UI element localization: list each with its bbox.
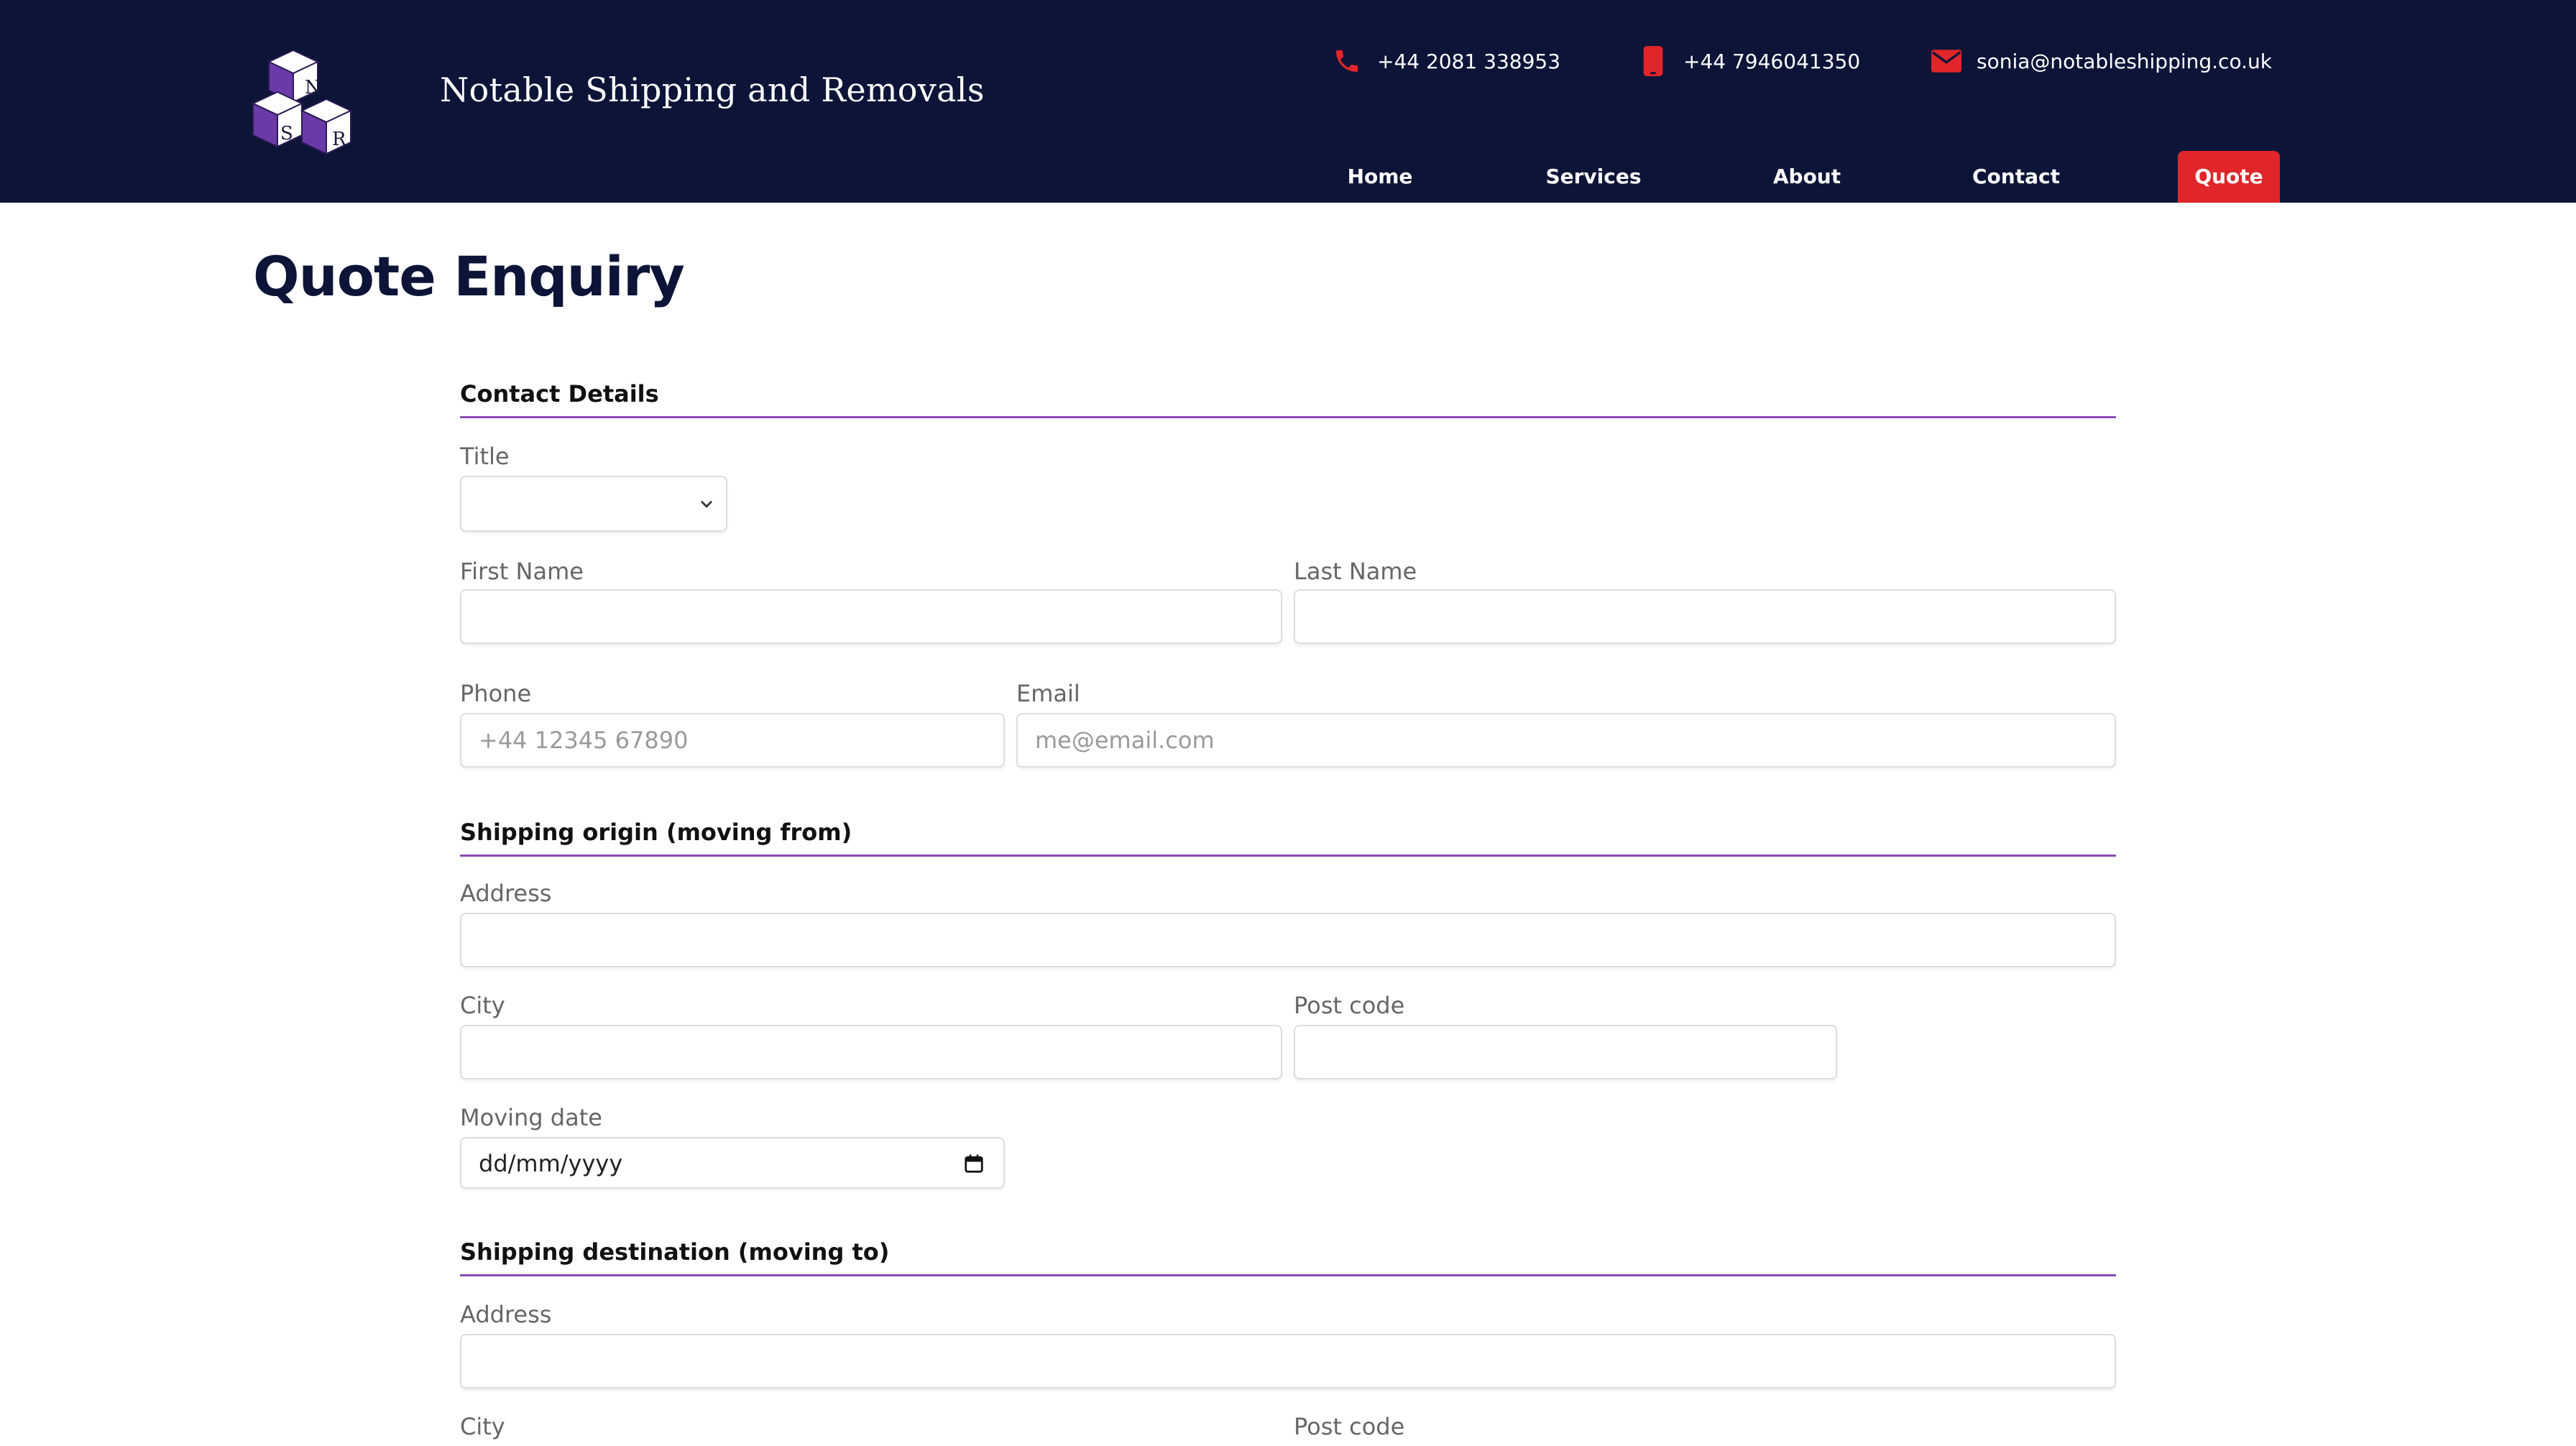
- calendar-icon[interactable]: [963, 1153, 985, 1174]
- last-name-label: Last Name: [1294, 558, 1417, 585]
- destination-postcode-label: Post code: [1294, 1413, 1405, 1440]
- nav-home[interactable]: Home: [1337, 151, 1423, 203]
- mobile-number: +44 7946041350: [1683, 49, 1861, 73]
- section-shipping-origin: Shipping origin (moving from): [460, 819, 2116, 857]
- moving-date-value: dd/mm/yyyy: [479, 1150, 623, 1177]
- contact-email[interactable]: sonia@notableshipping.co.uk: [1931, 43, 2272, 79]
- phone-field[interactable]: [460, 713, 1005, 768]
- title-select[interactable]: [460, 476, 727, 532]
- origin-postcode-label: Post code: [1294, 992, 1405, 1019]
- first-name-field[interactable]: [460, 589, 1282, 644]
- email-address: sonia@notableshipping.co.uk: [1977, 49, 2272, 73]
- email-field[interactable]: [1016, 713, 2116, 768]
- origin-city-field[interactable]: [460, 1025, 1282, 1079]
- email-label: Email: [1016, 680, 1080, 707]
- nav-quote[interactable]: Quote: [2178, 151, 2280, 203]
- origin-city-label: City: [460, 992, 505, 1019]
- nav-about[interactable]: About: [1762, 151, 1852, 203]
- chevron-down-icon: [701, 501, 712, 508]
- section-heading: Shipping origin (moving from): [460, 819, 852, 846]
- contact-mobile[interactable]: +44 7946041350: [1637, 43, 1860, 79]
- envelope-icon: [1931, 45, 1962, 78]
- destination-address-label: Address: [460, 1301, 552, 1328]
- first-name-label: First Name: [460, 558, 584, 585]
- phone-icon: [1331, 45, 1363, 78]
- svg-text:R: R: [332, 129, 347, 150]
- title-label: Title: [460, 443, 510, 470]
- destination-city-label: City: [460, 1413, 505, 1440]
- origin-address-field[interactable]: [460, 913, 2116, 967]
- nav-contact[interactable]: Contact: [1962, 151, 2070, 203]
- mobile-phone-icon: [1637, 45, 1669, 78]
- svg-text:S: S: [280, 123, 293, 144]
- origin-postcode-field[interactable]: [1294, 1025, 1837, 1079]
- last-name-field[interactable]: [1294, 589, 2116, 644]
- phone-number: +44 2081 338953: [1377, 49, 1561, 73]
- destination-address-field[interactable]: [460, 1334, 2116, 1389]
- site-header: N S R Notable Shipping and Removals +44 …: [0, 0, 2576, 203]
- origin-address-label: Address: [460, 880, 552, 907]
- section-shipping-destination: Shipping destination (moving to): [460, 1238, 2116, 1276]
- section-heading: Shipping destination (moving to): [460, 1238, 890, 1266]
- contact-phone[interactable]: +44 2081 338953: [1331, 43, 1560, 79]
- section-heading: Contact Details: [460, 380, 659, 407]
- moving-date-label: Moving date: [460, 1104, 602, 1131]
- phone-label: Phone: [460, 680, 532, 707]
- section-contact-details: Contact Details: [460, 380, 2116, 418]
- svg-text:N: N: [305, 77, 321, 98]
- site-name[interactable]: Notable Shipping and Removals: [440, 70, 985, 109]
- moving-date-field[interactable]: dd/mm/yyyy: [460, 1137, 1005, 1189]
- nav-services[interactable]: Services: [1538, 151, 1649, 203]
- logo[interactable]: N S R: [252, 49, 372, 167]
- page-title: Quote Enquiry: [253, 244, 685, 308]
